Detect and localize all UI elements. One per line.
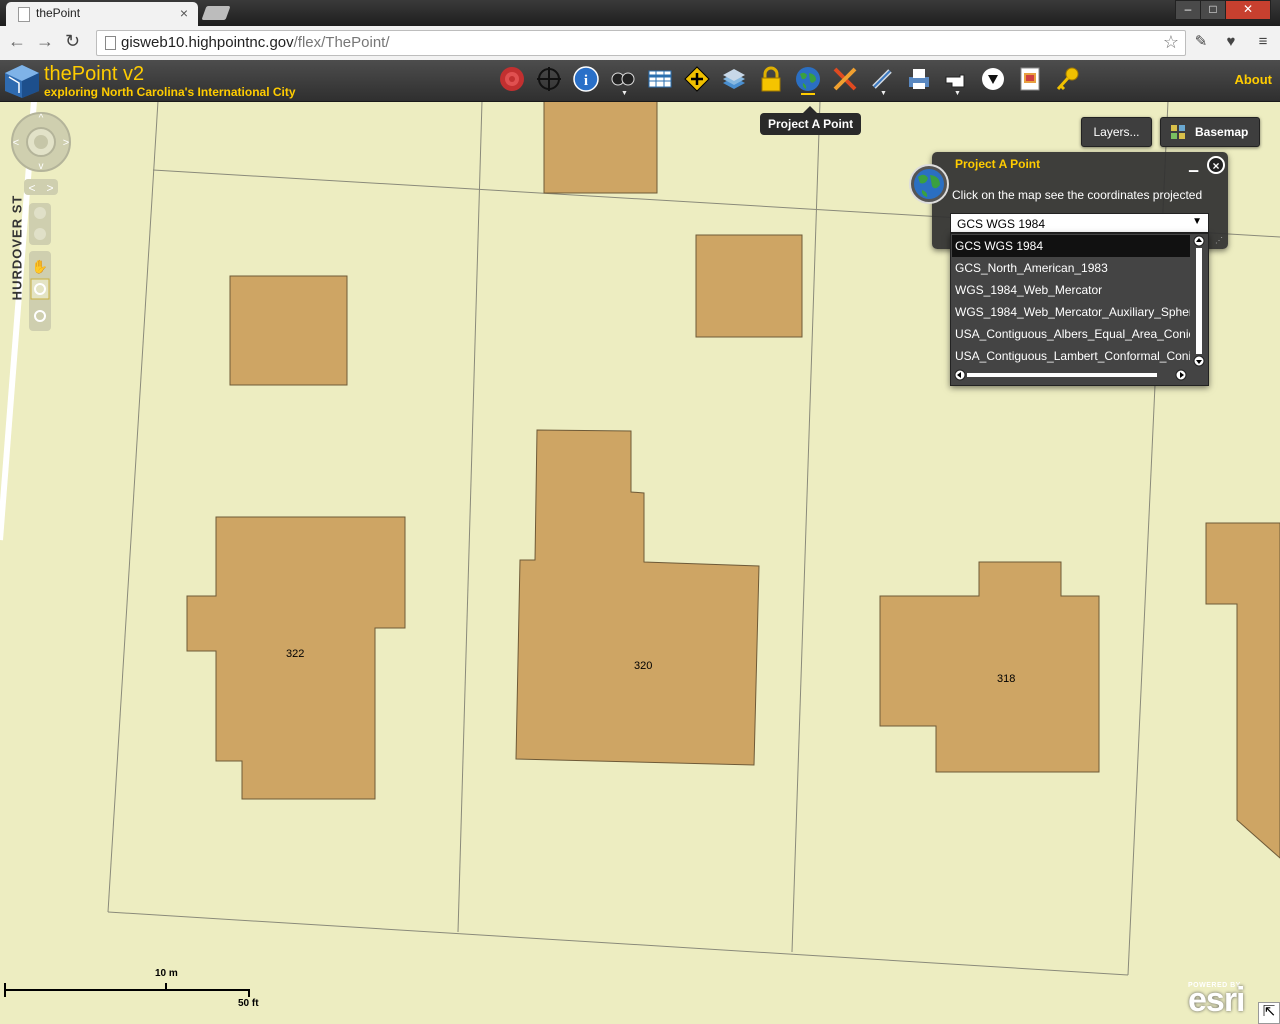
- table-icon[interactable]: [646, 65, 674, 93]
- window-maximize-button[interactable]: □: [1200, 0, 1226, 20]
- overview-toggle-icon[interactable]: ⇱: [1258, 1002, 1280, 1024]
- widget-globe-icon: [909, 164, 949, 204]
- pan-ring[interactable]: ^ < > v: [11, 112, 71, 172]
- scale-bar: 10 m 50 ft: [0, 965, 270, 1015]
- app-logo-icon: [5, 65, 39, 98]
- app-title: thePoint v2: [44, 63, 145, 85]
- browser-menu-icon[interactable]: ≡: [1254, 33, 1272, 51]
- projection-option[interactable]: WGS_1984_Web_Mercator: [952, 279, 1190, 301]
- reload-icon[interactable]: ↻: [65, 31, 80, 52]
- address-bar[interactable]: gisweb10.highpointnc.gov/flex/ThePoint/ …: [96, 30, 1186, 56]
- projection-select-value: GCS WGS 1984: [957, 217, 1046, 231]
- lot-number-320: 320: [634, 660, 653, 672]
- browser-toolbar: ← → ↻ gisweb10.highpointnc.gov/flex/TheP…: [0, 26, 1280, 61]
- horizontal-scrollbar[interactable]: [953, 369, 1189, 381]
- projection-option[interactable]: USA_Contiguous_Lambert_Conformal_Conic: [952, 345, 1190, 367]
- svg-text:v: v: [39, 161, 44, 172]
- lot-number-322: 322: [286, 648, 305, 660]
- download-icon[interactable]: [979, 65, 1007, 93]
- new-tab-button[interactable]: [201, 6, 231, 20]
- binoculars-icon[interactable]: ▼: [609, 65, 637, 97]
- rotate-buttons[interactable]: < >: [24, 179, 58, 195]
- projection-option[interactable]: WGS_1984_Web_Mercator_Auxiliary_Sphere: [952, 301, 1190, 323]
- widget-instruction: Click on the map see the coordinates pro…: [952, 188, 1203, 202]
- back-arrow-icon[interactable]: ←: [8, 31, 26, 52]
- chevron-down-icon[interactable]: ▼: [1192, 216, 1202, 227]
- app-header: thePoint v2 exploring North Carolina's I…: [0, 60, 1280, 102]
- widget-minimize-icon[interactable]: ▁: [1189, 158, 1198, 172]
- projection-select[interactable]: GCS WGS 1984 ▼: [950, 213, 1209, 233]
- tool-tooltip: Project A Point: [760, 106, 862, 135]
- measure-icon[interactable]: [831, 65, 859, 93]
- zoom-in-icon[interactable]: [34, 207, 46, 219]
- building: [695, 234, 803, 338]
- url-host: gisweb10.highpointnc.gov: [121, 34, 294, 51]
- building: [229, 275, 348, 386]
- info-icon[interactable]: i: [572, 65, 600, 93]
- globe-icon[interactable]: [794, 65, 822, 95]
- page-favicon-icon: [18, 7, 30, 22]
- building: [543, 101, 658, 194]
- svg-text:>: >: [46, 181, 53, 195]
- svg-text:>: >: [63, 137, 69, 149]
- zoom-in-tool-icon[interactable]: [30, 278, 50, 300]
- scale-imperial-label: 50 ft: [238, 998, 259, 1009]
- svg-text:i: i: [584, 73, 588, 89]
- projection-option[interactable]: GCS WGS 1984: [952, 235, 1190, 257]
- tab-title: thePoint: [36, 6, 81, 20]
- browser-tab[interactable]: thePoint ×: [6, 2, 198, 26]
- resize-grip-icon[interactable]: ⋰: [1215, 236, 1223, 245]
- projection-dropdown-list: GCS WGS 1984 GCS_North_American_1983 WGS…: [950, 233, 1209, 386]
- crosshair-icon[interactable]: [535, 65, 563, 93]
- directions-icon[interactable]: [683, 65, 711, 93]
- bookmark-star-icon[interactable]: ☆: [1163, 32, 1179, 53]
- window-close-button[interactable]: ✕: [1225, 0, 1271, 20]
- projection-option[interactable]: GCS_North_American_1983: [952, 257, 1190, 279]
- report-icon[interactable]: [1016, 65, 1044, 93]
- widget-title: Project A Point: [955, 157, 1041, 171]
- esri-wordmark: esri: [1188, 981, 1245, 1019]
- widget-close-icon[interactable]: ×: [1207, 156, 1225, 174]
- window-minimize-button[interactable]: –: [1175, 0, 1201, 20]
- tab-close-icon[interactable]: ×: [180, 5, 188, 21]
- layers-button[interactable]: Layers...: [1081, 117, 1152, 147]
- scale-metric-label: 10 m: [155, 968, 178, 979]
- svg-text:^: ^: [39, 113, 44, 124]
- print-icon[interactable]: [905, 65, 933, 93]
- zoom-out-icon[interactable]: [34, 228, 46, 240]
- svg-text:<: <: [13, 137, 19, 149]
- basemap-grid-icon: [1171, 125, 1185, 139]
- lot-number-318: 318: [997, 673, 1016, 685]
- active-tool-indicator: [801, 93, 815, 95]
- pan-hand-icon[interactable]: ✋: [32, 259, 48, 274]
- target-icon[interactable]: [498, 65, 526, 93]
- vertical-scrollbar[interactable]: [1193, 235, 1205, 367]
- svg-text:<: <: [28, 181, 35, 195]
- map-navigation: ^ < > v < > ✋: [10, 111, 74, 341]
- forward-arrow-icon[interactable]: →: [36, 31, 54, 52]
- lock-icon[interactable]: [757, 65, 785, 93]
- basemap-label: Basemap: [1195, 125, 1249, 139]
- about-link[interactable]: About: [1234, 72, 1272, 87]
- esri-logo: POWERED BY esri: [1188, 981, 1245, 1020]
- draw-icon[interactable]: ▼: [868, 65, 896, 97]
- url-text: gisweb10.highpointnc.gov/flex/ThePoint/: [121, 34, 390, 51]
- evernote-extension-icon[interactable]: ✎: [1192, 33, 1210, 51]
- projection-option[interactable]: USA_Contiguous_Albers_Equal_Area_Conic: [952, 323, 1190, 345]
- pointer-hand-icon[interactable]: ▼: [942, 65, 970, 97]
- browser-titlebar: thePoint × – □ ✕: [0, 0, 1280, 26]
- page-icon: [105, 36, 116, 50]
- key-icon[interactable]: [1053, 65, 1081, 93]
- basemap-button[interactable]: Basemap: [1160, 117, 1260, 147]
- pocket-extension-icon[interactable]: ♥: [1222, 33, 1240, 51]
- app-subtitle: exploring North Carolina's International…: [44, 85, 296, 99]
- url-path: /flex/ThePoint/: [293, 34, 390, 51]
- layers-stack-icon[interactable]: [720, 65, 748, 93]
